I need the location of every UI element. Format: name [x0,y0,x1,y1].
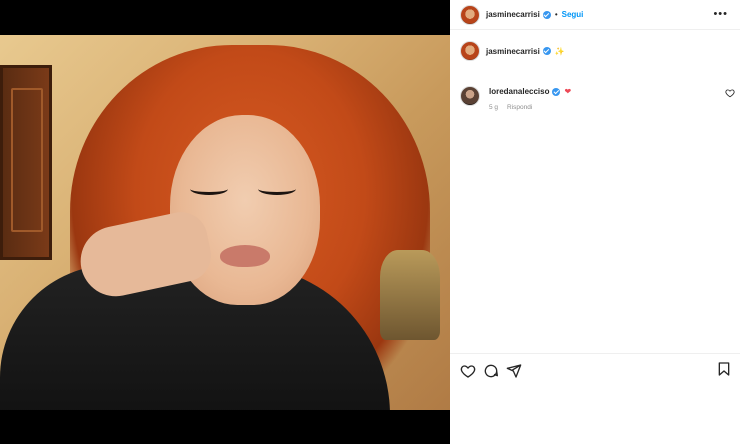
separator-dot: • [554,10,558,19]
action-bar [450,353,740,387]
ellipsis-icon[interactable]: ••• [713,8,728,20]
caption-author-username[interactable]: jasminecarrisi [486,47,540,56]
comment-bubble-icon[interactable] [483,363,499,379]
post-photo[interactable] [0,35,450,410]
follow-button[interactable]: Segui [562,10,584,19]
background-door [0,65,52,260]
heart-outline-icon[interactable] [460,363,476,379]
right-eye [258,183,296,195]
comment-like-heart-icon[interactable] [725,88,735,98]
caption-emoji: ✨ [554,46,565,56]
left-eye [190,183,228,195]
media-pane [0,0,450,444]
paper-plane-icon[interactable] [506,363,522,379]
background-lamp [380,250,440,340]
author-username[interactable]: jasminecarrisi [486,10,540,19]
reply-button[interactable]: Rispondi [507,104,532,111]
verified-badge-icon [552,88,561,96]
comment-timestamp: 5 g [489,104,499,111]
post-header: jasminecarrisi • Segui ••• [450,0,740,30]
comment-heart-emoji: ❤ [564,87,572,96]
lips [220,245,270,267]
comment-item: loredanalecciso ❤ 5 g Rispondi [460,86,732,111]
commenter-avatar[interactable] [460,86,480,106]
bookmark-icon[interactable] [716,361,732,377]
post-sidebar: jasminecarrisi • Segui ••• jasminecarris… [450,0,740,444]
verified-badge-icon [542,10,551,19]
caption-author-avatar[interactable] [460,41,480,61]
post-caption: jasminecarrisi ✨ [460,41,565,61]
comment-body: loredanalecciso ❤ 5 g Rispondi [489,86,571,111]
commenter-username[interactable]: loredanalecciso [489,86,549,98]
author-avatar[interactable] [460,4,480,25]
verified-badge-icon [542,47,551,55]
